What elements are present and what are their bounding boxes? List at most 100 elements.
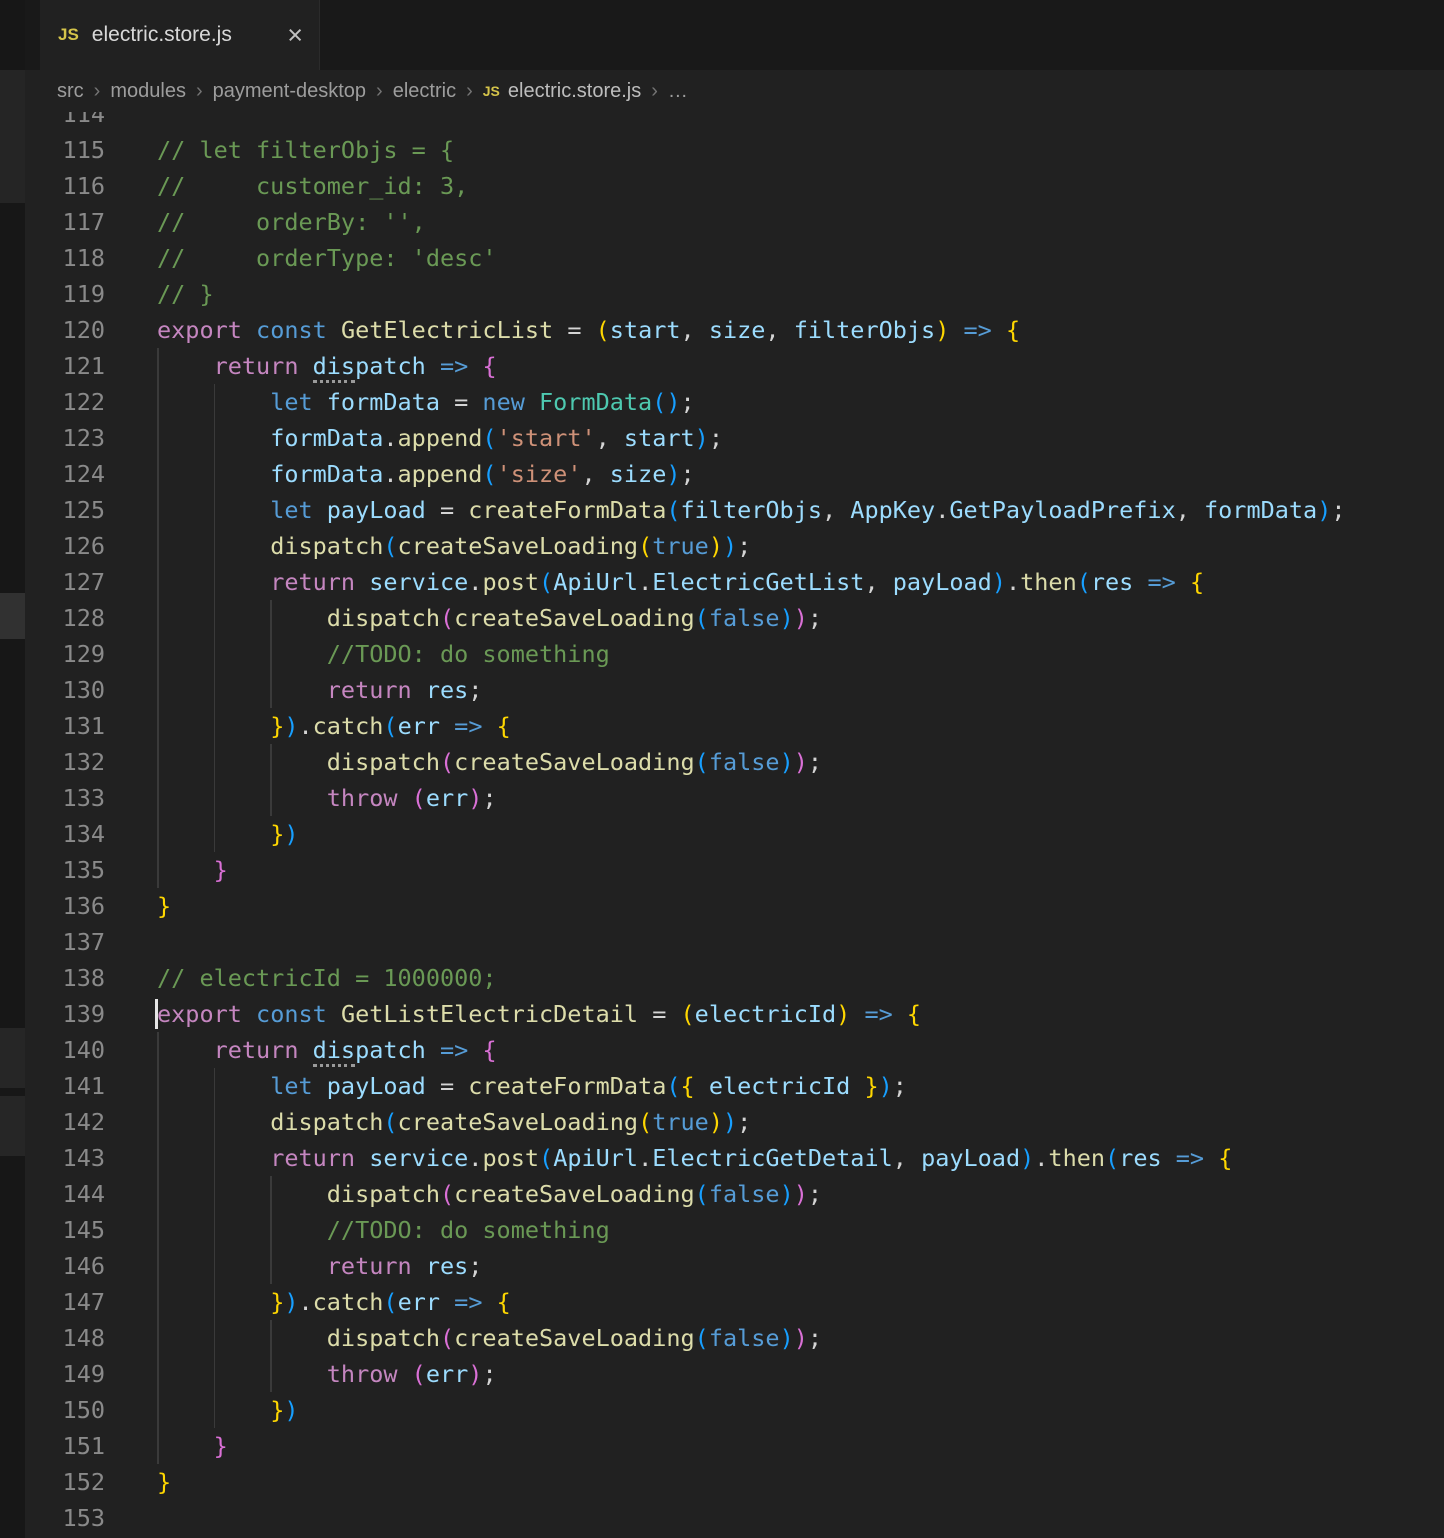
code-line[interactable]: 143 return service.post(ApiUrl.ElectricG…: [25, 1140, 1444, 1176]
code-line-content: return dispatch => {: [105, 1032, 1444, 1068]
code-line[interactable]: 142 dispatch(createSaveLoading(true));: [25, 1104, 1444, 1140]
indent-guide: [157, 1320, 159, 1356]
line-number[interactable]: 127: [25, 564, 105, 600]
code-token: true: [652, 1108, 709, 1136]
line-number[interactable]: 132: [25, 744, 105, 780]
code-line[interactable]: 141 let payLoad = createFormData({ elect…: [25, 1068, 1444, 1104]
code-token: ElectricGetList: [652, 568, 864, 596]
code-line[interactable]: 124 formData.append('size', size);: [25, 456, 1444, 492]
line-number[interactable]: 133: [25, 780, 105, 816]
line-number[interactable]: 125: [25, 492, 105, 528]
editor[interactable]: 114115// let filterObjs = {116// custome…: [25, 112, 1444, 1538]
breadcrumb-item[interactable]: payment-desktop: [213, 80, 366, 103]
code-line[interactable]: 133 throw (err);: [25, 780, 1444, 816]
line-number[interactable]: 142: [25, 1104, 105, 1140]
line-number[interactable]: 138: [25, 960, 105, 996]
line-number[interactable]: 153: [25, 1500, 105, 1536]
code-line[interactable]: 123 formData.append('start', start);: [25, 420, 1444, 456]
line-number[interactable]: 144: [25, 1176, 105, 1212]
line-number[interactable]: 140: [25, 1032, 105, 1068]
line-number[interactable]: 122: [25, 384, 105, 420]
line-number[interactable]: 129: [25, 636, 105, 672]
code-line[interactable]: 116// customer_id: 3,: [25, 168, 1444, 204]
code-line[interactable]: 130 return res;: [25, 672, 1444, 708]
code-line[interactable]: 153: [25, 1500, 1444, 1536]
code-line[interactable]: 140 return dispatch => {: [25, 1032, 1444, 1068]
line-number[interactable]: 134: [25, 816, 105, 852]
breadcrumb-file[interactable]: JSelectric.store.js: [483, 80, 642, 103]
line-number[interactable]: 137: [25, 924, 105, 960]
breadcrumb-item[interactable]: src: [57, 80, 84, 103]
line-number[interactable]: 146: [25, 1248, 105, 1284]
code-line[interactable]: 122 let formData = new FormData();: [25, 384, 1444, 420]
code-line[interactable]: 127 return service.post(ApiUrl.ElectricG…: [25, 564, 1444, 600]
line-number[interactable]: 143: [25, 1140, 105, 1176]
line-number[interactable]: 145: [25, 1212, 105, 1248]
breadcrumb-item[interactable]: electric: [393, 80, 456, 103]
code-line[interactable]: 126 dispatch(createSaveLoading(true));: [25, 528, 1444, 564]
code-line[interactable]: 146 return res;: [25, 1248, 1444, 1284]
line-number[interactable]: 136: [25, 888, 105, 924]
line-number[interactable]: 135: [25, 852, 105, 888]
line-number[interactable]: 150: [25, 1392, 105, 1428]
code-line[interactable]: 128 dispatch(createSaveLoading(false));: [25, 600, 1444, 636]
line-number[interactable]: 149: [25, 1356, 105, 1392]
line-number[interactable]: 147: [25, 1284, 105, 1320]
code-line[interactable]: 118// orderType: 'desc': [25, 240, 1444, 276]
code-line[interactable]: 145 //TODO: do something: [25, 1212, 1444, 1248]
code-line[interactable]: 117// orderBy: '',: [25, 204, 1444, 240]
code-line[interactable]: 152}: [25, 1464, 1444, 1500]
breadcrumb-item[interactable]: modules: [110, 80, 186, 103]
code-line[interactable]: 147 }).catch(err => {: [25, 1284, 1444, 1320]
code-line[interactable]: 135 }: [25, 852, 1444, 888]
code-line[interactable]: 136}: [25, 888, 1444, 924]
code-line[interactable]: 137: [25, 924, 1444, 960]
line-number[interactable]: 152: [25, 1464, 105, 1500]
breadcrumb-overflow[interactable]: …: [668, 80, 688, 103]
line-number[interactable]: 123: [25, 420, 105, 456]
line-number[interactable]: 114: [25, 112, 105, 132]
line-number[interactable]: 119: [25, 276, 105, 312]
code-line[interactable]: 151 }: [25, 1428, 1444, 1464]
line-number[interactable]: 117: [25, 204, 105, 240]
code-token: size: [709, 316, 766, 344]
tab-close-icon[interactable]: ×: [287, 22, 303, 49]
code-line[interactable]: 115// let filterObjs = {: [25, 132, 1444, 168]
code-line[interactable]: 150 }): [25, 1392, 1444, 1428]
code-line[interactable]: 131 }).catch(err => {: [25, 708, 1444, 744]
code-line[interactable]: 144 dispatch(createSaveLoading(false));: [25, 1176, 1444, 1212]
code-line[interactable]: 125 let payLoad = createFormData(filterO…: [25, 492, 1444, 528]
indent-guide: [270, 1176, 272, 1212]
line-number[interactable]: 139: [25, 996, 105, 1032]
code-line[interactable]: 149 throw (err);: [25, 1356, 1444, 1392]
code-line[interactable]: 132 dispatch(createSaveLoading(false));: [25, 744, 1444, 780]
line-number[interactable]: 130: [25, 672, 105, 708]
line-number[interactable]: 121: [25, 348, 105, 384]
line-number[interactable]: 116: [25, 168, 105, 204]
line-number[interactable]: 115: [25, 132, 105, 168]
code-token: payLoad: [327, 496, 426, 524]
code-line[interactable]: 120export const GetElectricList = (start…: [25, 312, 1444, 348]
code-line[interactable]: 129 //TODO: do something: [25, 636, 1444, 672]
line-number[interactable]: 131: [25, 708, 105, 744]
line-number[interactable]: 141: [25, 1068, 105, 1104]
line-number[interactable]: 148: [25, 1320, 105, 1356]
line-number[interactable]: 151: [25, 1428, 105, 1464]
code-line[interactable]: 138// electricId = 1000000;: [25, 960, 1444, 996]
line-number[interactable]: 120: [25, 312, 105, 348]
code-token: =>: [440, 1036, 468, 1064]
code-token: start: [624, 424, 695, 452]
tab-electric-store-js[interactable]: JS electric.store.js ×: [40, 0, 320, 70]
code-line[interactable]: 134 }): [25, 816, 1444, 852]
code-line[interactable]: 121 return dispatch => {: [25, 348, 1444, 384]
line-number[interactable]: 124: [25, 456, 105, 492]
code-line[interactable]: 148 dispatch(createSaveLoading(false));: [25, 1320, 1444, 1356]
code-line[interactable]: 114: [25, 112, 1444, 132]
code-token: ;: [737, 532, 751, 560]
line-number[interactable]: 126: [25, 528, 105, 564]
line-number[interactable]: 118: [25, 240, 105, 276]
code-line[interactable]: 139export const GetListElectricDetail = …: [25, 996, 1444, 1032]
code-token: service: [369, 1144, 468, 1172]
code-line[interactable]: 119// }: [25, 276, 1444, 312]
line-number[interactable]: 128: [25, 600, 105, 636]
